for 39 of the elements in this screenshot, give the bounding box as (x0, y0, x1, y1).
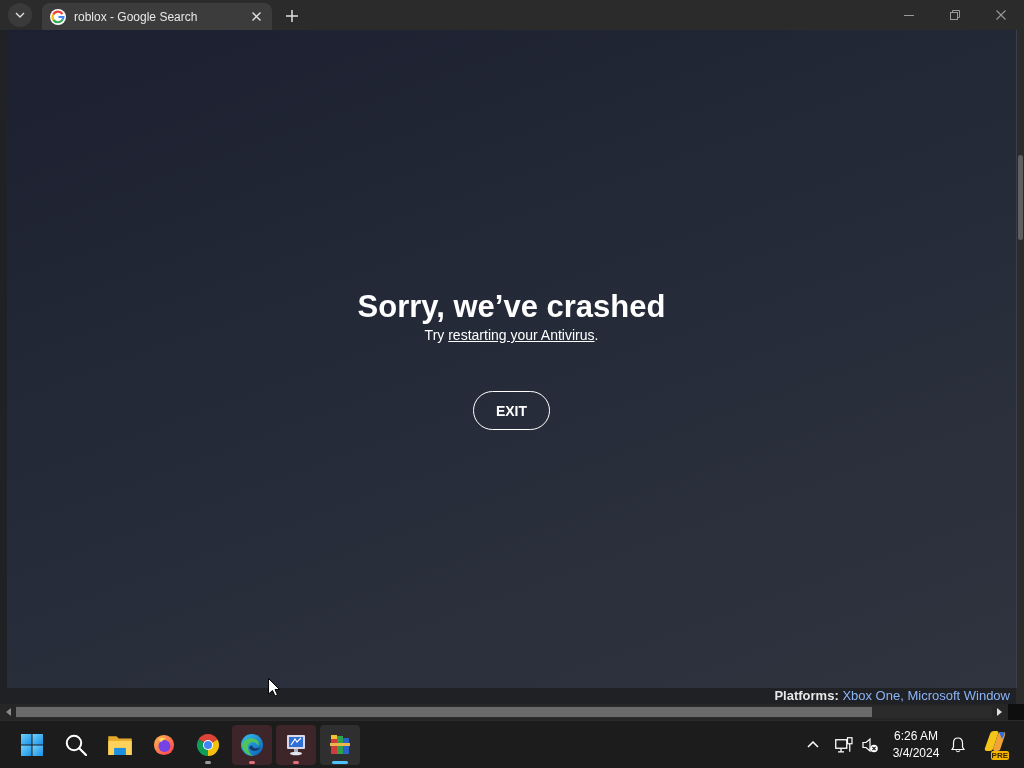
fox-globe-icon (153, 733, 175, 756)
scroll-right-icon[interactable] (996, 707, 1004, 717)
clock-button[interactable]: 6:26 AM 3/4/2024 (886, 724, 946, 765)
crash-message: Try restarting your Antivirus. (424, 326, 599, 344)
stacked-books-icon (328, 732, 352, 757)
scrollbar-corner (1008, 704, 1024, 720)
tab-list-button[interactable] (8, 3, 32, 27)
scroll-left-icon[interactable] (4, 707, 12, 717)
ribbon-logo-icon (982, 729, 1008, 752)
platforms-link[interactable]: Xbox One, Microsoft Window (842, 688, 1010, 703)
crash-title: Sorry, we’ve crashed (357, 288, 666, 326)
scrollbar-thumb[interactable] (16, 707, 872, 717)
platforms-line: Platforms: Xbox One, Microsoft Window (774, 688, 1010, 704)
restore-icon (950, 10, 960, 20)
horizontal-scrollbar[interactable] (16, 706, 992, 718)
browser-tab[interactable]: roblox - Google Search (42, 3, 272, 30)
mouse-pointer-icon (268, 678, 280, 697)
wired-network-icon (835, 736, 853, 753)
multicolor-g-icon (50, 8, 66, 25)
chevron-up-icon (807, 741, 819, 748)
plus-icon (286, 10, 298, 22)
scrollbar-thumb[interactable] (1018, 155, 1023, 240)
taskbar-app-button[interactable] (320, 724, 360, 765)
close-icon (251, 12, 261, 21)
search-icon (65, 733, 87, 756)
antivirus-link[interactable]: restarting your Antivirus (448, 327, 595, 343)
wave-circle-icon (240, 732, 264, 757)
computer-monitor-icon (284, 732, 308, 757)
minimize-icon (904, 14, 914, 16)
close-icon (996, 10, 1006, 20)
copilot-button[interactable]: PRE (980, 729, 1010, 760)
taskbar-app-button[interactable] (276, 724, 316, 765)
bell-icon (951, 736, 965, 753)
tricolor-circle-icon (196, 732, 220, 757)
preview-badge: PRE (990, 750, 1009, 760)
chevron-down-icon (15, 12, 25, 18)
taskbar-app-button[interactable] (232, 724, 272, 765)
windows-logo-icon (21, 733, 43, 756)
folder-icon (108, 734, 132, 755)
